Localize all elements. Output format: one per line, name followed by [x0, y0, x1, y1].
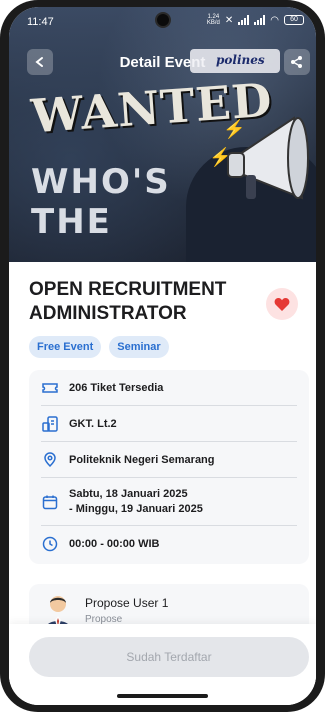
tag-chip[interactable]: Seminar: [109, 336, 169, 358]
event-banner: WANTED WHO'S THE ⚡ ⚡ 11:47 1.24 KB/d ✕ ◠…: [9, 7, 316, 262]
event-tags: Free Event Seminar: [29, 336, 169, 358]
time-text: 00:00 - 00:00 WIB: [69, 538, 160, 550]
time-row: 00:00 - 00:00 WIB: [41, 526, 297, 562]
phone-frame: WANTED WHO'S THE ⚡ ⚡ 11:47 1.24 KB/d ✕ ◠…: [0, 0, 325, 712]
front-camera: [155, 12, 171, 28]
heart-icon: [274, 297, 290, 311]
screen: WANTED WHO'S THE ⚡ ⚡ 11:47 1.24 KB/d ✕ ◠…: [9, 7, 316, 705]
mute-icon: ✕: [224, 14, 234, 26]
network-speed: 1.24 KB/d: [207, 14, 220, 26]
tickets-row: 206 Tiket Tersedia: [41, 370, 297, 406]
polines-logo: polines: [190, 49, 280, 73]
banner-whos-text: WHO'S THE: [31, 162, 171, 242]
signal-icon: [238, 15, 250, 25]
network-speed-unit: KB/d: [206, 20, 220, 26]
location-row: Politeknik Negeri Semarang: [41, 442, 297, 478]
room-row: GKT. Lt.2: [41, 406, 297, 442]
tickets-text: 206 Tiket Tersedia: [69, 381, 164, 394]
megaphone-icon: [227, 116, 309, 200]
location-text: Politeknik Negeri Semarang: [69, 453, 215, 466]
date-range: Sabtu, 18 Januari 2025 - Minggu, 19 Janu…: [69, 487, 203, 517]
battery-icon: 60: [284, 15, 304, 25]
bottom-action-bar: Sudah Terdaftar: [9, 624, 316, 705]
status-bar: 11:47 1.24 KB/d ✕ ◠ 60: [9, 7, 316, 35]
banner-line-3: THE: [31, 202, 112, 242]
event-title: OPEN RECRUITMENT ADMINISTRATOR: [29, 279, 227, 324]
proposer-name: Propose User 1: [85, 596, 169, 610]
status-icons: 1.24 KB/d ✕ ◠ 60: [207, 14, 304, 26]
banner-line-2: WHO'S: [31, 162, 171, 202]
location-pin-icon: [41, 451, 59, 469]
share-button[interactable]: [284, 49, 310, 75]
building-icon: [41, 415, 59, 433]
share-icon: [291, 56, 302, 68]
calendar-icon: [41, 493, 59, 511]
event-details-card: 206 Tiket Tersedia GKT. Lt.2 Politeknik …: [29, 370, 309, 564]
clock-icon: [41, 535, 59, 553]
room-text: GKT. Lt.2: [69, 417, 117, 430]
date-start: Sabtu, 18 Januari 2025: [69, 487, 188, 500]
status-time: 11:47: [27, 16, 54, 28]
top-nav: Detail Event polines: [9, 49, 316, 79]
tag-chip[interactable]: Free Event: [29, 336, 102, 358]
date-end: - Minggu, 19 Januari 2025: [69, 502, 203, 515]
favorite-button[interactable]: [266, 288, 298, 320]
ticket-icon: [41, 379, 59, 397]
wifi-icon: ◠: [270, 14, 279, 26]
date-row: Sabtu, 18 Januari 2025 - Minggu, 19 Janu…: [41, 478, 297, 526]
registered-button[interactable]: Sudah Terdaftar: [29, 637, 309, 677]
home-indicator[interactable]: [117, 694, 208, 698]
signal-icon: [254, 15, 266, 25]
